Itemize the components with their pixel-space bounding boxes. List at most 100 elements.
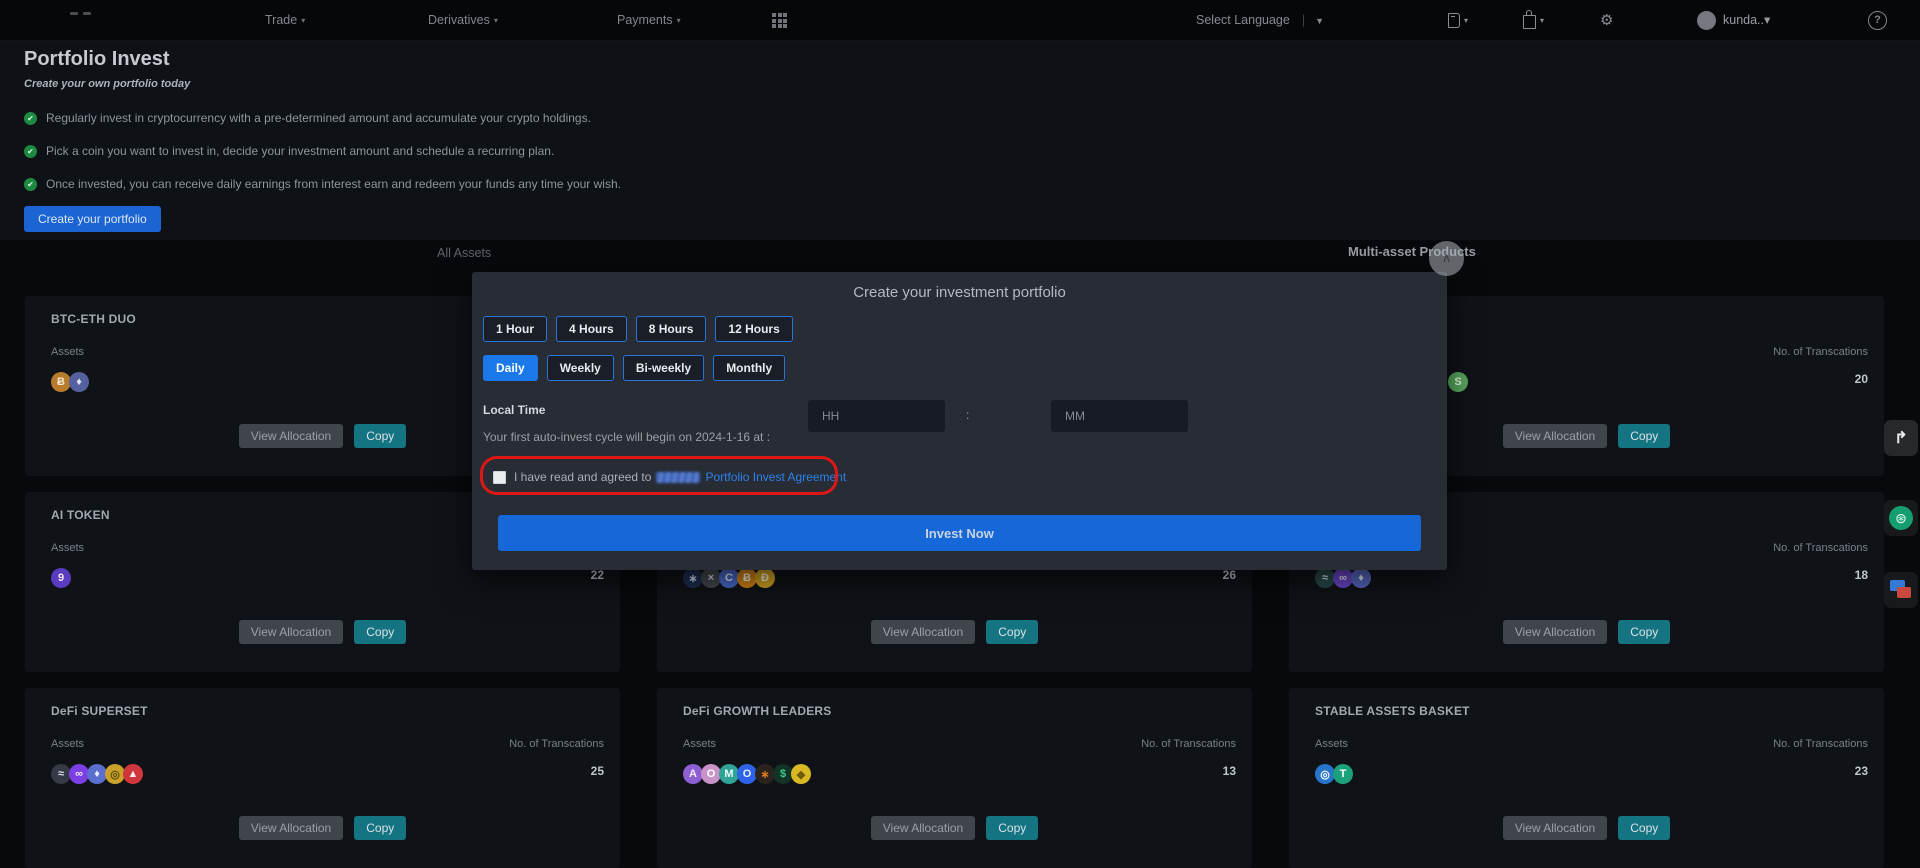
chevron-down-icon: ▾ [301, 16, 305, 25]
option-bi-weekly[interactable]: Bi-weekly [623, 355, 704, 381]
view-allocation-button[interactable]: View Allocation [1503, 620, 1608, 644]
share-arrow-button[interactable]: ↱ [1884, 420, 1918, 456]
view-allocation-button[interactable]: View Allocation [1503, 424, 1608, 448]
copy-button[interactable]: Copy [1618, 424, 1670, 448]
create-portfolio-button[interactable]: Create your portfolio [24, 206, 161, 232]
option-weekly[interactable]: Weekly [547, 355, 614, 381]
share-arrow-icon: ↱ [1894, 428, 1907, 448]
option-4-hours[interactable]: 4 Hours [556, 316, 627, 342]
portfolio-invest-agreement-link[interactable]: Portfolio Invest Agreement [705, 470, 846, 484]
view-allocation-button[interactable]: View Allocation [1503, 816, 1608, 840]
chat-bubbles-icon [1890, 580, 1912, 600]
coin-icon: A [683, 764, 703, 784]
assets-icon[interactable]: ▾ [1523, 0, 1544, 40]
copy-button[interactable]: Copy [354, 816, 406, 840]
coin-icon: ≈ [51, 764, 71, 784]
assistant-extension-button[interactable]: ⊛ [1884, 500, 1918, 536]
assets-label: Assets [1315, 738, 1348, 750]
asset-coin-row: Ƀ♦ [51, 372, 87, 392]
benefit-text: Regularly invest in cryptocurrency with … [46, 111, 591, 125]
asset-coin-row: S [1448, 372, 1466, 392]
transactions-label: No. of Transcations [1773, 346, 1868, 358]
copy-button[interactable]: Copy [1618, 816, 1670, 840]
minute-input[interactable] [1051, 400, 1188, 432]
hour-input[interactable] [808, 400, 945, 432]
check-icon: ✔ [24, 145, 37, 158]
card-title: AI TOKEN [51, 508, 110, 522]
option-1-hour[interactable]: 1 Hour [483, 316, 547, 342]
language-selector[interactable]: Select Language|▼ [1196, 0, 1324, 40]
coin-icon: Ƀ [737, 568, 757, 588]
portfolio-card-stable-assets-basket: STABLE ASSETS BASKET Assets No. of Trans… [1289, 688, 1884, 868]
modal-title: Create your investment portfolio [472, 284, 1447, 301]
user-menu[interactable]: kunda..▾ [1723, 0, 1770, 40]
card-actions: View Allocation Copy [25, 816, 620, 840]
view-allocation-button[interactable]: View Allocation [871, 816, 976, 840]
copy-button[interactable]: Copy [354, 424, 406, 448]
option-daily[interactable]: Daily [483, 355, 538, 381]
benefit-item: ✔Regularly invest in cryptocurrency with… [24, 108, 621, 128]
nav-item-payments[interactable]: Payments▾ [617, 0, 681, 40]
option-monthly[interactable]: Monthly [713, 355, 785, 381]
view-allocation-button[interactable]: View Allocation [871, 620, 976, 644]
copy-button[interactable]: Copy [1618, 620, 1670, 644]
apps-grid-icon[interactable] [772, 13, 787, 28]
redacted-brand-name [656, 472, 700, 483]
nav-item-derivatives[interactable]: Derivatives▾ [428, 0, 498, 40]
coin-icon: C [719, 568, 739, 588]
coin-icon: O [737, 764, 757, 784]
brand-logo-redacted[interactable] [70, 12, 91, 15]
nav-item-trade[interactable]: Trade ▾ [265, 0, 305, 40]
coin-icon: ♦ [1351, 568, 1371, 588]
help-icon[interactable]: ? [1868, 11, 1887, 30]
agreement-row: I have read and agreed to Portfolio Inve… [493, 470, 846, 484]
benefit-item: ✔Once invested, you can receive daily ea… [24, 174, 621, 194]
coin-icon: O [701, 764, 721, 784]
benefit-text: Once invested, you can receive daily ear… [46, 177, 621, 191]
coin-icon: ▲ [123, 764, 143, 784]
coin-icon: ≈ [1315, 568, 1335, 588]
card-title: DeFi GROWTH LEADERS [683, 704, 831, 718]
asset-coin-row: ≈∞♦◎▲ [51, 764, 141, 784]
copy-button[interactable]: Copy [986, 816, 1038, 840]
chevron-down-icon: ▾ [1764, 13, 1770, 27]
portfolio-card-defi-superset: DeFi SUPERSET Assets No. of Transcations… [25, 688, 620, 868]
cycle-start-note: Your first auto-invest cycle will begin … [483, 430, 770, 444]
copy-button[interactable]: Copy [354, 620, 406, 644]
view-allocation-button[interactable]: View Allocation [239, 424, 344, 448]
option-12-hours[interactable]: 12 Hours [715, 316, 792, 342]
create-portfolio-modal: Create your investment portfolio 1 Hour 4… [472, 272, 1447, 570]
coin-icon: 9 [51, 568, 71, 588]
coin-icon: ◎ [105, 764, 125, 784]
option-8-hours[interactable]: 8 Hours [636, 316, 707, 342]
assistant-icon: ⊛ [1889, 506, 1913, 530]
settings-gear-icon[interactable]: ⚙ [1600, 0, 1613, 40]
chat-extension-button[interactable] [1884, 572, 1918, 608]
coin-icon: ◆ [791, 764, 811, 784]
book-icon [1448, 13, 1460, 28]
modal-close-button[interactable]: ∧ [1429, 241, 1464, 276]
avatar[interactable] [1697, 11, 1716, 30]
coin-icon: ♦ [69, 372, 89, 392]
agreement-checkbox[interactable] [493, 471, 506, 484]
nav-item-label: Derivatives [428, 13, 490, 27]
page-subtitle: Create your own portfolio today [24, 78, 190, 90]
view-allocation-button[interactable]: View Allocation [239, 816, 344, 840]
tab-all-assets[interactable]: All Assets [437, 246, 491, 260]
copy-button[interactable]: Copy [986, 620, 1038, 644]
coin-icon: ∞ [69, 764, 89, 784]
asset-coin-row: ∗×CɃÐ [683, 568, 773, 588]
benefit-item: ✔Pick a coin you want to invest in, deci… [24, 141, 621, 161]
portfolio-card-defi-growth-leaders: DeFi GROWTH LEADERS Assets No. of Transc… [657, 688, 1252, 868]
hero-section: Portfolio Invest Create your own portfol… [0, 40, 1920, 240]
time-separator: : [966, 408, 969, 422]
chevron-down-icon: ▾ [677, 16, 681, 25]
nav-item-label: Trade [265, 13, 297, 27]
chevron-down-icon: ▾ [1540, 16, 1544, 25]
coin-icon: ∞ [1333, 568, 1353, 588]
transactions-value: 22 [591, 568, 604, 582]
page-title: Portfolio Invest [24, 48, 170, 71]
invest-now-button[interactable]: Invest Now [498, 515, 1421, 551]
view-allocation-button[interactable]: View Allocation [239, 620, 344, 644]
orders-icon[interactable]: ▾ [1448, 0, 1468, 40]
